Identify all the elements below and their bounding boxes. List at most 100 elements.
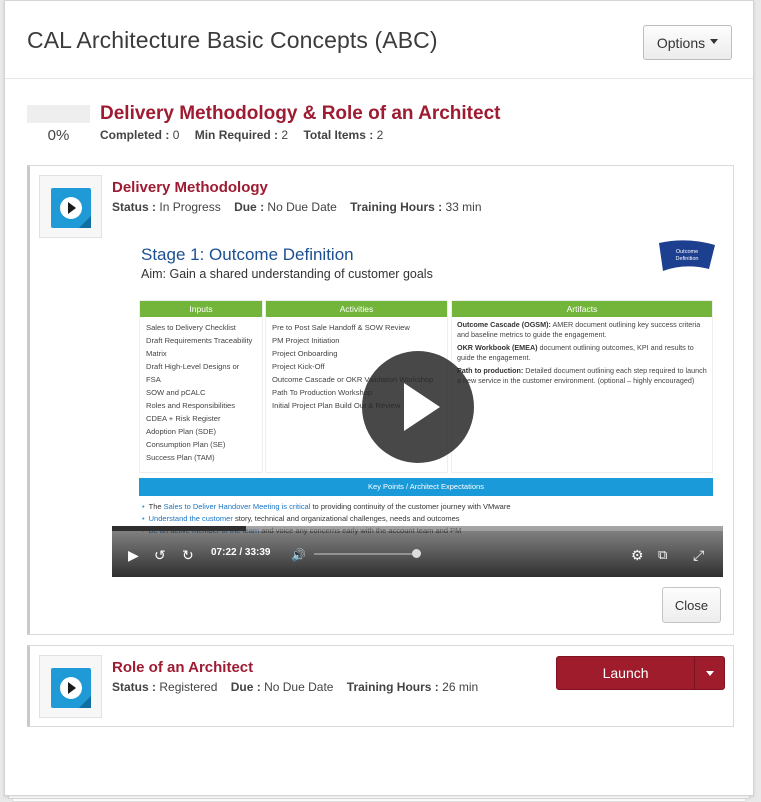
- slide-column-inputs: Inputs Sales to Delivery Checklist Draft …: [139, 300, 263, 473]
- training-hours-value: 26 min: [442, 680, 479, 694]
- section-stats: Completed : 0 Min Required : 2 Total Ite…: [100, 128, 383, 142]
- volume-knob[interactable]: [412, 549, 421, 558]
- seek-bar-played: [112, 526, 246, 531]
- video-tile-icon: [51, 668, 91, 708]
- slide-list-item: Pre to Post Sale Handoff & SOW Review: [272, 323, 410, 332]
- forward-icon[interactable]: ↻: [182, 548, 194, 562]
- video-player[interactable]: Stage 1: Outcome Definition Aim: Gain a …: [112, 223, 723, 577]
- slide-list-item: Adoption Plan (SDE): [146, 427, 217, 436]
- key-points-header: Key Points / Architect Expectations: [139, 478, 713, 496]
- caret-down-icon: [705, 670, 714, 676]
- total-items-value: 2: [376, 128, 384, 142]
- page-title: CAL Architecture Basic Concepts (ABC): [27, 27, 438, 53]
- column-header: Inputs: [140, 301, 262, 317]
- launch-split-button: Launch: [556, 656, 725, 690]
- time-separator: /: [239, 547, 243, 558]
- artifact-entry: Path to production: Detailed document ou…: [452, 366, 712, 386]
- slide-title: Stage 1: Outcome Definition: [141, 245, 354, 264]
- current-time: 07:22: [211, 547, 237, 558]
- progress-percent: 0%: [47, 127, 70, 144]
- min-required-label: Min Required :: [194, 128, 279, 142]
- completed-value: 0: [172, 128, 180, 142]
- play-icon: [68, 202, 76, 214]
- outcome-definition-badge: Outcome Definition: [659, 240, 715, 271]
- volume-icon[interactable]: 🔊: [291, 548, 306, 562]
- due-label: Due :: [230, 680, 261, 694]
- completed-label: Completed :: [100, 128, 170, 142]
- training-hours-label: Training Hours :: [346, 680, 439, 694]
- status-label: Status :: [112, 680, 157, 694]
- due-label: Due :: [234, 200, 265, 214]
- slide-aim: Aim: Gain a shared understanding of cust…: [141, 267, 433, 281]
- video-time: 07:22 / 33:39: [211, 547, 271, 558]
- video-seek-bar[interactable]: [112, 526, 723, 531]
- item-meta: Status : Registered Due : No Due Date Tr…: [112, 680, 478, 694]
- status-label: Status :: [112, 200, 157, 214]
- item-title[interactable]: Delivery Methodology: [112, 179, 268, 196]
- video-course-thumbnail: [39, 655, 102, 718]
- video-controls: ▶ ↺ ↻ 07:22 / 33:39 🔊 ⚙ ⧉ ⤢: [112, 526, 723, 577]
- slide-list-item: Draft High-Level Designs or FSA: [146, 362, 240, 384]
- key-point-rest: story, technical and organizational chal…: [232, 514, 460, 523]
- volume-slider[interactable]: [314, 553, 414, 555]
- badge-text-line1: Outcome: [676, 249, 698, 255]
- due-value: No Due Date: [267, 200, 337, 214]
- slide-list-item: PM Project Initiation: [272, 336, 340, 345]
- total-items-label: Total Items :: [303, 128, 374, 142]
- options-label: Options: [656, 34, 706, 51]
- artifact-entry: Outcome Cascade (OGSM): AMER document ou…: [452, 320, 712, 340]
- training-item: Delivery Methodology Status : In Progres…: [27, 165, 734, 635]
- video-tile-icon: [51, 188, 91, 228]
- due-value: No Due Date: [264, 680, 334, 694]
- picture-in-picture-icon[interactable]: ⧉: [658, 548, 667, 562]
- status-value: In Progress: [159, 200, 221, 214]
- section-title: Delivery Methodology & Role of an Archit…: [100, 103, 501, 124]
- rewind-icon[interactable]: ↺: [154, 548, 166, 562]
- launch-options-toggle[interactable]: [695, 657, 724, 689]
- key-point-link: Sales to Deliver Handover Meeting is cri…: [163, 502, 311, 511]
- slide-list-item: Draft Requirements Traceability Matrix: [146, 336, 253, 358]
- launch-button[interactable]: Launch: [557, 657, 696, 689]
- play-icon: [404, 383, 440, 431]
- slide-list-item: Consumption Plan (SE): [146, 440, 226, 449]
- card-header: CAL Architecture Basic Concepts (ABC) Op…: [5, 1, 753, 79]
- slide-list-item: Sales to Delivery Checklist: [146, 323, 236, 332]
- slide-list-item: Success Plan (TAM): [146, 453, 215, 462]
- play-icon[interactable]: ▶: [128, 548, 139, 562]
- artifact-term: OKR Workbook (EMEA): [457, 343, 538, 352]
- item-title[interactable]: Role of an Architect: [112, 659, 253, 676]
- artifact-term: Outcome Cascade (OGSM):: [457, 320, 551, 329]
- key-point-link: Understand the customer: [148, 514, 233, 523]
- slide-list-item: SOW and pCALC: [146, 388, 206, 397]
- big-play-button[interactable]: [362, 351, 474, 463]
- artifact-term: Path to production:: [457, 366, 524, 375]
- training-hours-value: 33 min: [445, 200, 482, 214]
- key-point-lead: The: [148, 502, 164, 511]
- slide-column-artifacts: Artifacts Outcome Cascade (OGSM): AMER d…: [451, 300, 713, 473]
- min-required-value: 2: [281, 128, 289, 142]
- duration: 33:39: [244, 547, 271, 558]
- settings-gear-icon[interactable]: ⚙: [631, 548, 644, 562]
- training-hours-label: Training Hours :: [350, 200, 443, 214]
- options-button[interactable]: Options: [643, 25, 732, 60]
- slide-list-item: Roles and Responsibilities: [146, 401, 236, 410]
- caret-down-icon: [710, 39, 719, 44]
- close-button[interactable]: Close: [662, 587, 721, 623]
- artifact-entry: OKR Workbook (EMEA) document outlining o…: [452, 343, 712, 363]
- badge-text-line2: Definition: [676, 256, 699, 262]
- card-stack-shadow: [8, 796, 750, 799]
- column-header: Activities: [266, 301, 447, 317]
- key-point: The Sales to Deliver Handover Meeting is…: [142, 501, 511, 513]
- item-meta: Status : In Progress Due : No Due Date T…: [112, 200, 482, 214]
- fullscreen-icon[interactable]: ⤢: [693, 548, 704, 562]
- training-item: Role of an Architect Status : Registered…: [27, 645, 734, 727]
- key-point: Understand the customer story, technical…: [142, 513, 511, 525]
- status-value: Registered: [159, 680, 218, 694]
- slide-list-item: CDEA + Risk Register: [146, 414, 221, 423]
- curriculum-card: CAL Architecture Basic Concepts (ABC) Op…: [4, 0, 754, 796]
- play-icon: [68, 682, 76, 694]
- section-progress-bar: [27, 105, 90, 123]
- key-point-rest: to providing continuity of the customer …: [310, 502, 511, 511]
- video-course-thumbnail: [39, 175, 102, 238]
- column-header: Artifacts: [452, 301, 712, 317]
